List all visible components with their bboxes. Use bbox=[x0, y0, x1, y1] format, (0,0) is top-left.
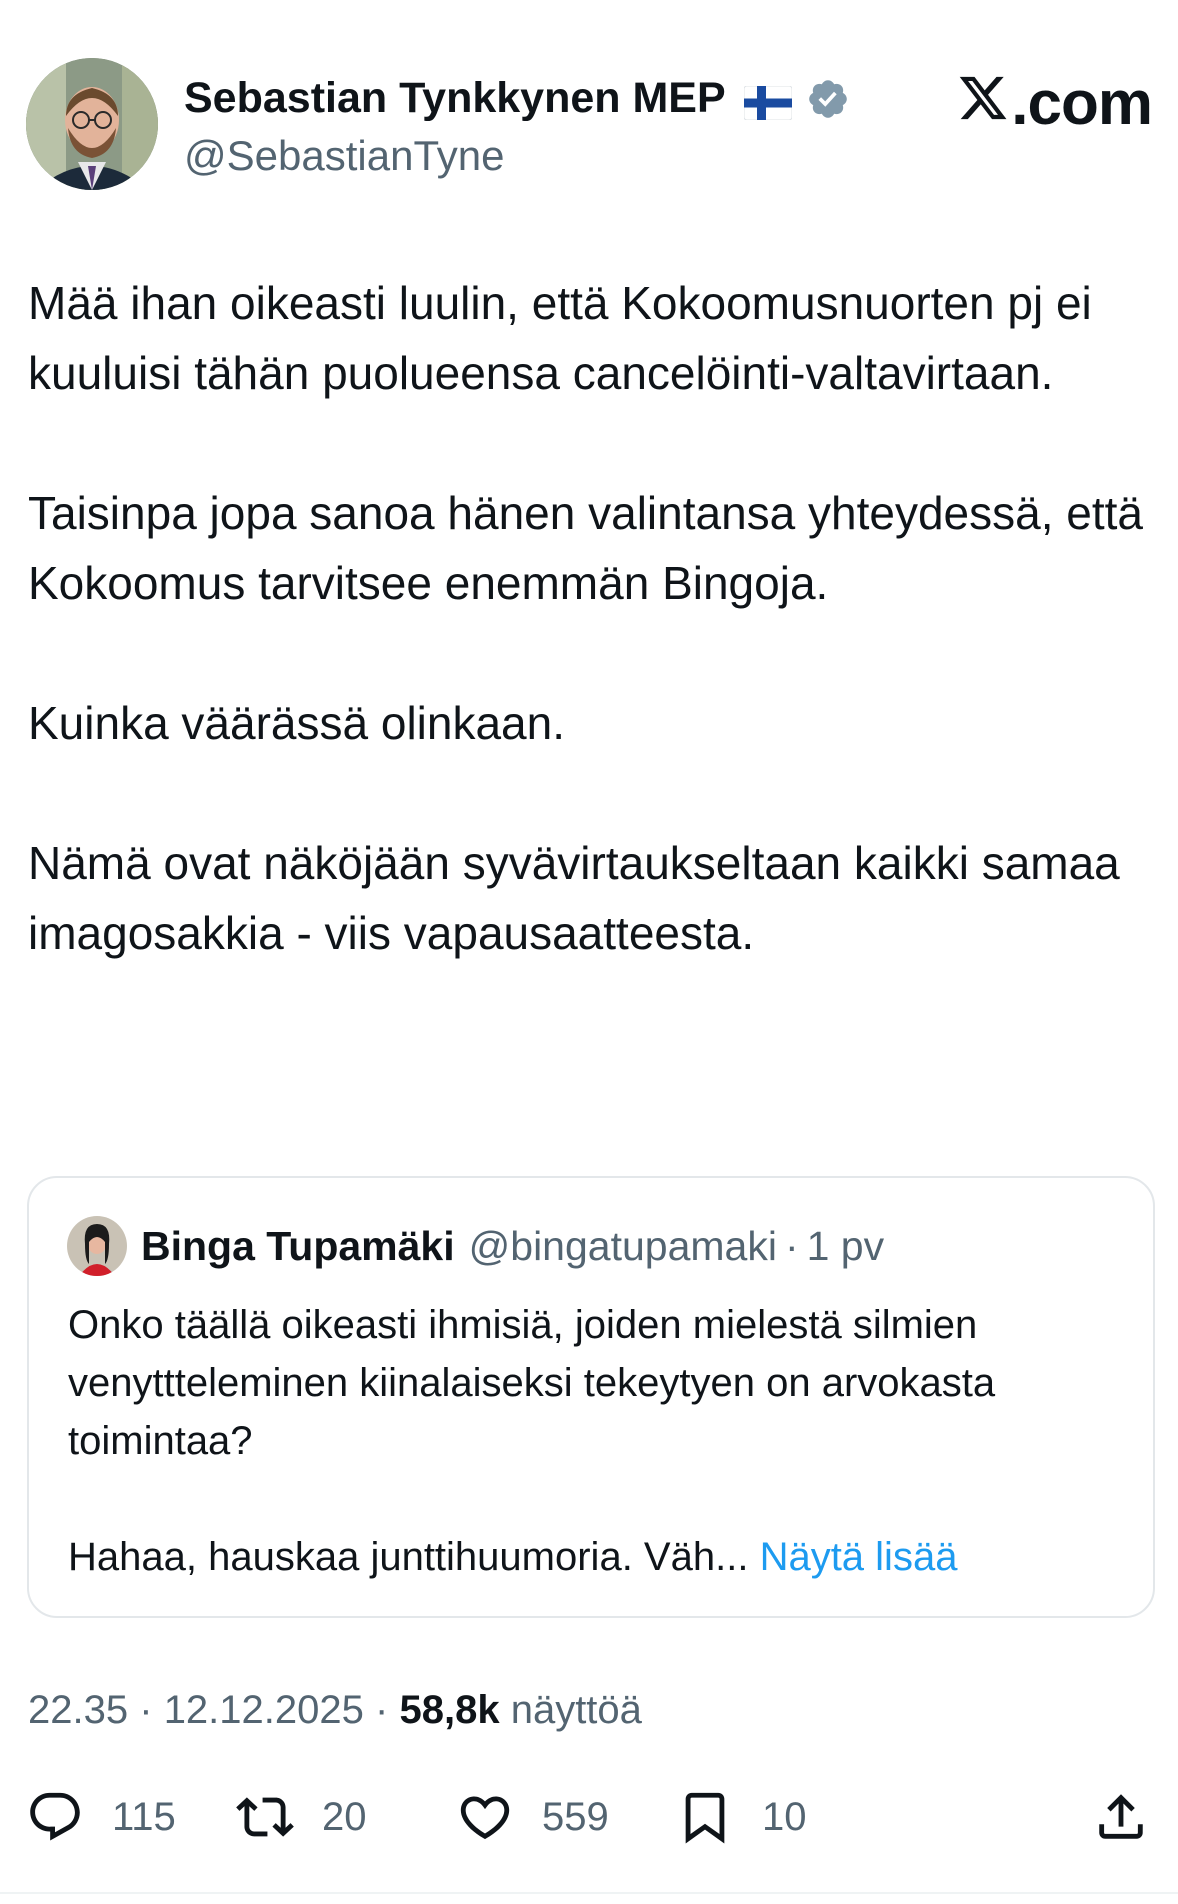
bookmark-button[interactable]: 10 bbox=[676, 1782, 807, 1852]
quoted-author-handle[interactable]: @bingatupamaki bbox=[469, 1223, 777, 1270]
repost-button[interactable]: 20 bbox=[236, 1782, 367, 1852]
action-bar: 115 20 559 10 bbox=[26, 1782, 1152, 1852]
repost-count: 20 bbox=[322, 1794, 367, 1839]
quoted-tweet-card[interactable]: Binga Tupamäki @bingatupamaki · 1 pv Onk… bbox=[27, 1176, 1155, 1618]
tweet-header: Sebastian Tynkkynen MEP @SebastianTyne .… bbox=[26, 58, 1153, 198]
tweet-paragraph: Mää ihan oikeasti luulin, että Kokoomusn… bbox=[28, 277, 1092, 399]
separator-dot: · bbox=[375, 1688, 389, 1732]
tweet-date[interactable]: 12.12.2025 bbox=[164, 1688, 364, 1732]
like-icon bbox=[460, 1796, 510, 1840]
reply-icon bbox=[30, 1792, 80, 1841]
share-icon bbox=[1099, 1794, 1143, 1839]
show-more-link[interactable]: Näytä lisää bbox=[760, 1535, 958, 1579]
tweet-time[interactable]: 22.35 bbox=[28, 1688, 128, 1732]
tweet-paragraph: Taisinpa jopa sanoa hänen valintansa yht… bbox=[28, 487, 1144, 609]
quoted-time[interactable]: 1 pv bbox=[807, 1223, 885, 1270]
author-name-row: Sebastian Tynkkynen MEP bbox=[184, 74, 850, 123]
x-logo-text: .com bbox=[1011, 69, 1153, 138]
author-avatar[interactable] bbox=[26, 58, 158, 190]
quoted-paragraph: Onko täällä oikeasti ihmisiä, joiden mie… bbox=[68, 1303, 996, 1463]
tweet-paragraph: Nämä ovat näköjään syvävirtaukseltaan ka… bbox=[28, 837, 1120, 959]
tweet-body: Mää ihan oikeasti luulin, että Kokoomusn… bbox=[28, 268, 1148, 1038]
x-logo-icon bbox=[957, 68, 1011, 139]
author-handle[interactable]: @SebastianTyne bbox=[184, 132, 505, 180]
x-brand: .com bbox=[957, 68, 1153, 139]
separator-dot: · bbox=[139, 1688, 153, 1732]
bookmark-count: 10 bbox=[762, 1794, 807, 1839]
share-button[interactable] bbox=[1092, 1782, 1150, 1852]
view-count-label: näyttöä bbox=[510, 1688, 642, 1732]
separator-dot: · bbox=[784, 1222, 799, 1269]
author-name[interactable]: Sebastian Tynkkynen MEP bbox=[184, 74, 726, 123]
quoted-truncated-line: Hahaa, hauskaa junttihuumoria. Väh... Nä… bbox=[68, 1528, 1138, 1586]
quoted-truncated-text: Hahaa, hauskaa junttihuumoria. Väh... bbox=[68, 1535, 749, 1579]
verified-badge-icon[interactable] bbox=[806, 77, 850, 121]
like-button[interactable]: 559 bbox=[456, 1782, 609, 1852]
quoted-tweet-header: Binga Tupamäki @bingatupamaki · 1 pv bbox=[67, 1216, 884, 1276]
finland-flag-icon bbox=[743, 82, 793, 120]
quoted-author-name[interactable]: Binga Tupamäki bbox=[141, 1223, 455, 1270]
tweet-meta: 22.35 · 12.12.2025 · 58,8k näyttöä bbox=[28, 1688, 642, 1733]
view-count: 58,8k bbox=[399, 1688, 500, 1732]
quoted-tweet-body: Onko täällä oikeasti ihmisiä, joiden mie… bbox=[68, 1296, 1138, 1586]
like-count: 559 bbox=[542, 1794, 609, 1839]
reply-button[interactable]: 115 bbox=[26, 1782, 176, 1852]
reply-count: 115 bbox=[112, 1794, 176, 1839]
tweet-paragraph: Kuinka väärässä olinkaan. bbox=[28, 697, 565, 749]
divider bbox=[0, 1892, 1178, 1894]
quoted-author-avatar[interactable] bbox=[67, 1216, 127, 1276]
repost-icon bbox=[236, 1797, 294, 1837]
bookmark-icon bbox=[685, 1792, 725, 1844]
